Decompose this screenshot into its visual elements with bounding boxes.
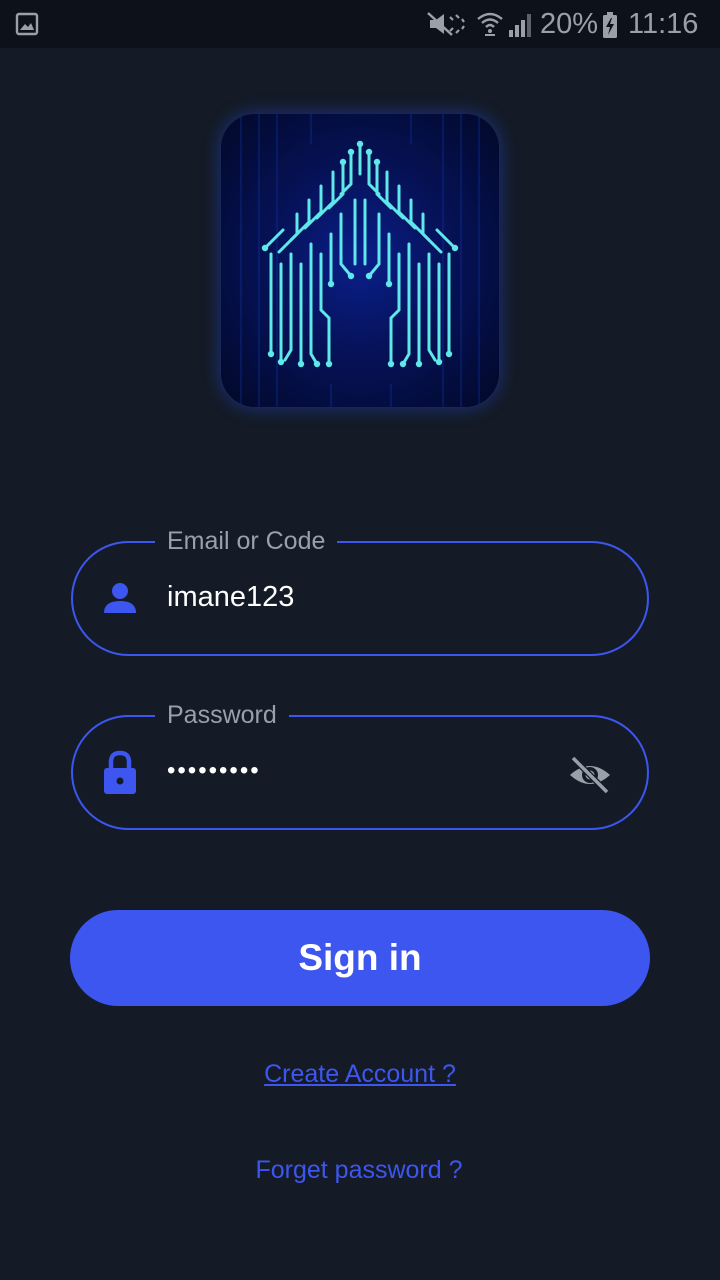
password-field-label: Password: [155, 699, 289, 731]
sign-in-button[interactable]: Sign in: [70, 910, 650, 1006]
email-field[interactable]: Email or Code imane123: [71, 525, 649, 656]
gallery-icon: [15, 12, 39, 36]
email-input[interactable]: imane123: [167, 579, 294, 615]
clock: 11:16: [628, 8, 699, 40]
eye-off-icon[interactable]: [567, 755, 613, 795]
password-input[interactable]: •••••••••: [167, 753, 261, 789]
wifi-icon: [477, 12, 503, 36]
person-icon: [104, 583, 136, 613]
circuit-house-logo: [240, 114, 480, 407]
password-field[interactable]: Password •••••••••: [71, 699, 649, 830]
signal-icon: [509, 14, 531, 37]
battery-level: 20%: [540, 8, 599, 40]
mute-icon: [427, 12, 465, 36]
app-logo: [221, 114, 499, 407]
email-field-label: Email or Code: [155, 525, 338, 557]
create-account-link[interactable]: Create Account ?: [0, 1058, 720, 1090]
lock-icon: [104, 750, 136, 794]
status-bar: 20% 11:16: [0, 0, 720, 48]
forget-password-link[interactable]: Forget password ?: [0, 1154, 718, 1186]
battery-charging-icon: [603, 12, 617, 38]
